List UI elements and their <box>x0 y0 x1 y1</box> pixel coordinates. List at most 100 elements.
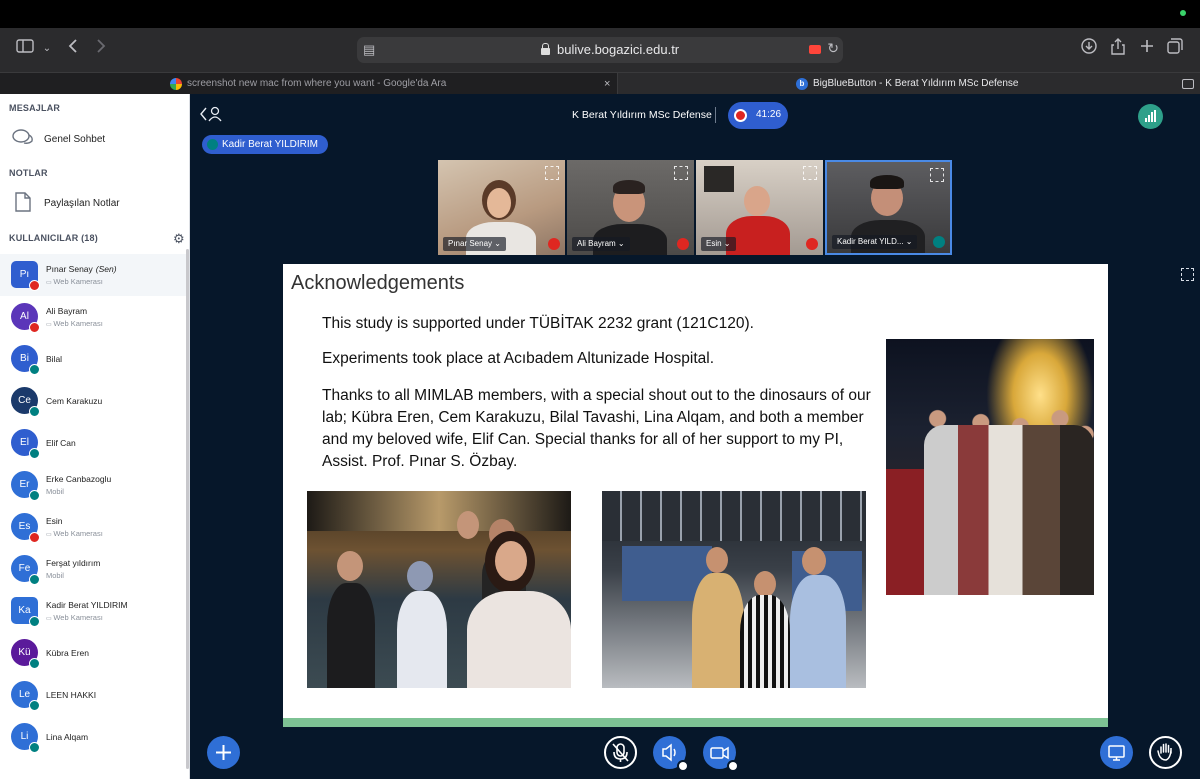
video-user-name[interactable]: Ali Bayram ⌄ <box>572 237 630 251</box>
user-name-text: Ferşat yıldırım <box>46 558 101 568</box>
chevron-down-icon[interactable]: ⌄ <box>36 38 58 60</box>
user-name: Bilal <box>46 354 62 364</box>
presentation-button[interactable] <box>1100 736 1133 769</box>
user-list-item[interactable]: Pı Pınar Senay (Sen) ▭ Web Kamerası <box>0 254 186 296</box>
public-chat-item[interactable]: Genel Sohbet <box>0 122 188 158</box>
user-status-label: Mobil <box>46 487 64 496</box>
expand-icon[interactable] <box>545 166 559 180</box>
shared-notes-item[interactable]: Paylaşılan Notlar <box>0 186 188 222</box>
camera-button[interactable] <box>703 736 739 772</box>
user-name: Kübra Eren <box>46 648 89 658</box>
user-status-text: ▭ Web Kamerası <box>46 613 103 622</box>
camera-in-use-icon[interactable] <box>809 45 821 54</box>
expand-icon[interactable] <box>803 166 817 180</box>
chevron-up-icon[interactable] <box>677 760 689 772</box>
user-status-text: ▭ Web Kamerası <box>46 277 103 286</box>
video-user-name[interactable]: Kadir Berat YILD... ⌄ <box>832 235 918 249</box>
slide-title: Acknowledgements <box>291 272 465 294</box>
user-name: Cem Karakuzu <box>46 396 102 406</box>
audio-button[interactable] <box>653 736 689 772</box>
raise-hand-button[interactable] <box>1149 736 1182 769</box>
user-name-text: Erke Canbazoglu <box>46 474 112 484</box>
video-tile[interactable]: Esin ⌄ <box>696 160 823 255</box>
video-user-name[interactable]: Pınar Senay ⌄ <box>443 237 506 251</box>
user-name: Ferşat yıldırım <box>46 558 100 568</box>
meeting-area: K Berat Yıldırım MSc Defense 41:26 Kadir… <box>190 94 1200 779</box>
browser-toolbar: ⌄ ▤ bulive.bogazici.edu.tr ↻ <box>0 28 1200 72</box>
download-icon[interactable] <box>1078 38 1100 60</box>
user-name-text: Pınar Senay <box>46 264 93 274</box>
video-tile[interactable]: Pınar Senay ⌄ <box>438 160 565 255</box>
video-tile[interactable]: Ali Bayram ⌄ <box>567 160 694 255</box>
user-name: LEEN HAKKI <box>46 690 96 700</box>
slide-paragraph-experiments: Experiments took place at Acıbadem Altun… <box>322 350 715 367</box>
status-dot-icon <box>1180 10 1186 16</box>
user-list-item[interactable]: Ce Cem Karakuzu <box>0 380 186 422</box>
microphone-muted-icon <box>806 238 818 250</box>
microphone-muted-icon <box>677 238 689 250</box>
plus-icon[interactable] <box>1136 38 1158 60</box>
microphone-icon <box>29 658 40 669</box>
reader-icon[interactable]: ▤ <box>363 42 375 58</box>
user-name-text: Lina Alqam <box>46 732 89 742</box>
user-name: Kadir Berat YILDIRIM <box>46 600 128 610</box>
chevron-right-icon[interactable] <box>90 38 112 60</box>
recording-indicator[interactable]: 41:26 <box>728 102 788 129</box>
tab-google-search[interactable]: screenshot new mac from where you want -… <box>0 73 618 95</box>
user-status-label: Web Kamerası <box>53 613 103 622</box>
video-user-name[interactable]: Esin ⌄ <box>701 237 736 251</box>
chevron-left-icon[interactable] <box>62 38 84 60</box>
user-name-text: LEEN HAKKI <box>46 690 97 700</box>
you-label: (Sen) <box>95 264 117 274</box>
user-list-item[interactable]: Kü Kübra Eren <box>0 632 186 674</box>
chat-bubbles-icon <box>12 128 34 150</box>
group-photo-lab <box>307 491 571 688</box>
talking-user-name: Kadir Berat YILDIRIM <box>222 139 318 150</box>
lock-icon <box>541 43 550 55</box>
notes-section-title: NOTLAR <box>9 168 48 178</box>
user-list-item[interactable]: Fe Ferşat yıldırım Mobil <box>0 548 186 590</box>
microphone-icon <box>29 406 40 417</box>
tab-overview-icon[interactable] <box>1182 79 1194 89</box>
user-list-item[interactable]: Le LEEN HAKKI <box>0 674 186 716</box>
hand-icon <box>1157 743 1172 761</box>
expand-icon[interactable] <box>674 166 688 180</box>
title-separator <box>715 107 716 123</box>
messages-section-title: MESAJLAR <box>9 103 61 113</box>
sidebar-scrollbar[interactable] <box>186 249 189 769</box>
user-list-item[interactable]: Li Lina Alqam <box>0 716 186 758</box>
unmute-button[interactable] <box>604 736 637 769</box>
expand-icon[interactable] <box>930 168 944 182</box>
talking-indicator[interactable]: Kadir Berat YILDIRIM <box>202 135 328 154</box>
user-list-item[interactable]: Al Ali Bayram ▭ Web Kamerası <box>0 296 186 338</box>
plus-icon <box>216 745 231 760</box>
sidebar-icon[interactable] <box>14 38 36 60</box>
microphone-icon <box>29 574 40 585</box>
user-list-toggle-icon[interactable] <box>200 106 222 125</box>
connection-status-icon[interactable] <box>1138 104 1163 129</box>
chevron-up-icon[interactable] <box>727 760 739 772</box>
user-list-item[interactable]: Er Erke Canbazoglu Mobil <box>0 464 186 506</box>
tab-bigbluebutton[interactable]: b BigBlueButton - K Berat Yıldırım MSc D… <box>618 73 1200 95</box>
slide-paragraph-funding: This study is supported under TÜBİTAK 22… <box>322 315 754 332</box>
tab-bar: screenshot new mac from where you want -… <box>0 72 1200 95</box>
tabs-icon[interactable] <box>1164 38 1186 60</box>
address-bar[interactable]: ▤ bulive.bogazici.edu.tr ↻ <box>357 37 843 63</box>
microphone-icon <box>29 490 40 501</box>
video-tile[interactable]: Kadir Berat YILD... ⌄ <box>825 160 952 255</box>
fullscreen-icon[interactable] <box>1181 268 1194 281</box>
close-icon[interactable]: × <box>604 73 610 95</box>
notes-icon <box>12 192 34 214</box>
meeting-title: K Berat Yıldırım MSc Defense <box>572 109 712 121</box>
actions-button[interactable] <box>207 736 240 769</box>
gear-icon[interactable]: ⚙ <box>173 231 185 247</box>
user-list-item[interactable]: Es Esin ▭ Web Kamerası <box>0 506 186 548</box>
user-name-text: Esin <box>46 516 63 526</box>
user-list-item[interactable]: Bi Bilal <box>0 338 186 380</box>
public-chat-label: Genel Sohbet <box>44 134 106 145</box>
user-list-item[interactable]: El Elif Can <box>0 422 186 464</box>
reload-icon[interactable]: ↻ <box>827 40 839 57</box>
slide-footer-bar <box>283 718 1108 727</box>
user-list-item[interactable]: Ka Kadir Berat YILDIRIM ▭ Web Kamerası <box>0 590 186 632</box>
share-icon[interactable] <box>1107 38 1129 60</box>
